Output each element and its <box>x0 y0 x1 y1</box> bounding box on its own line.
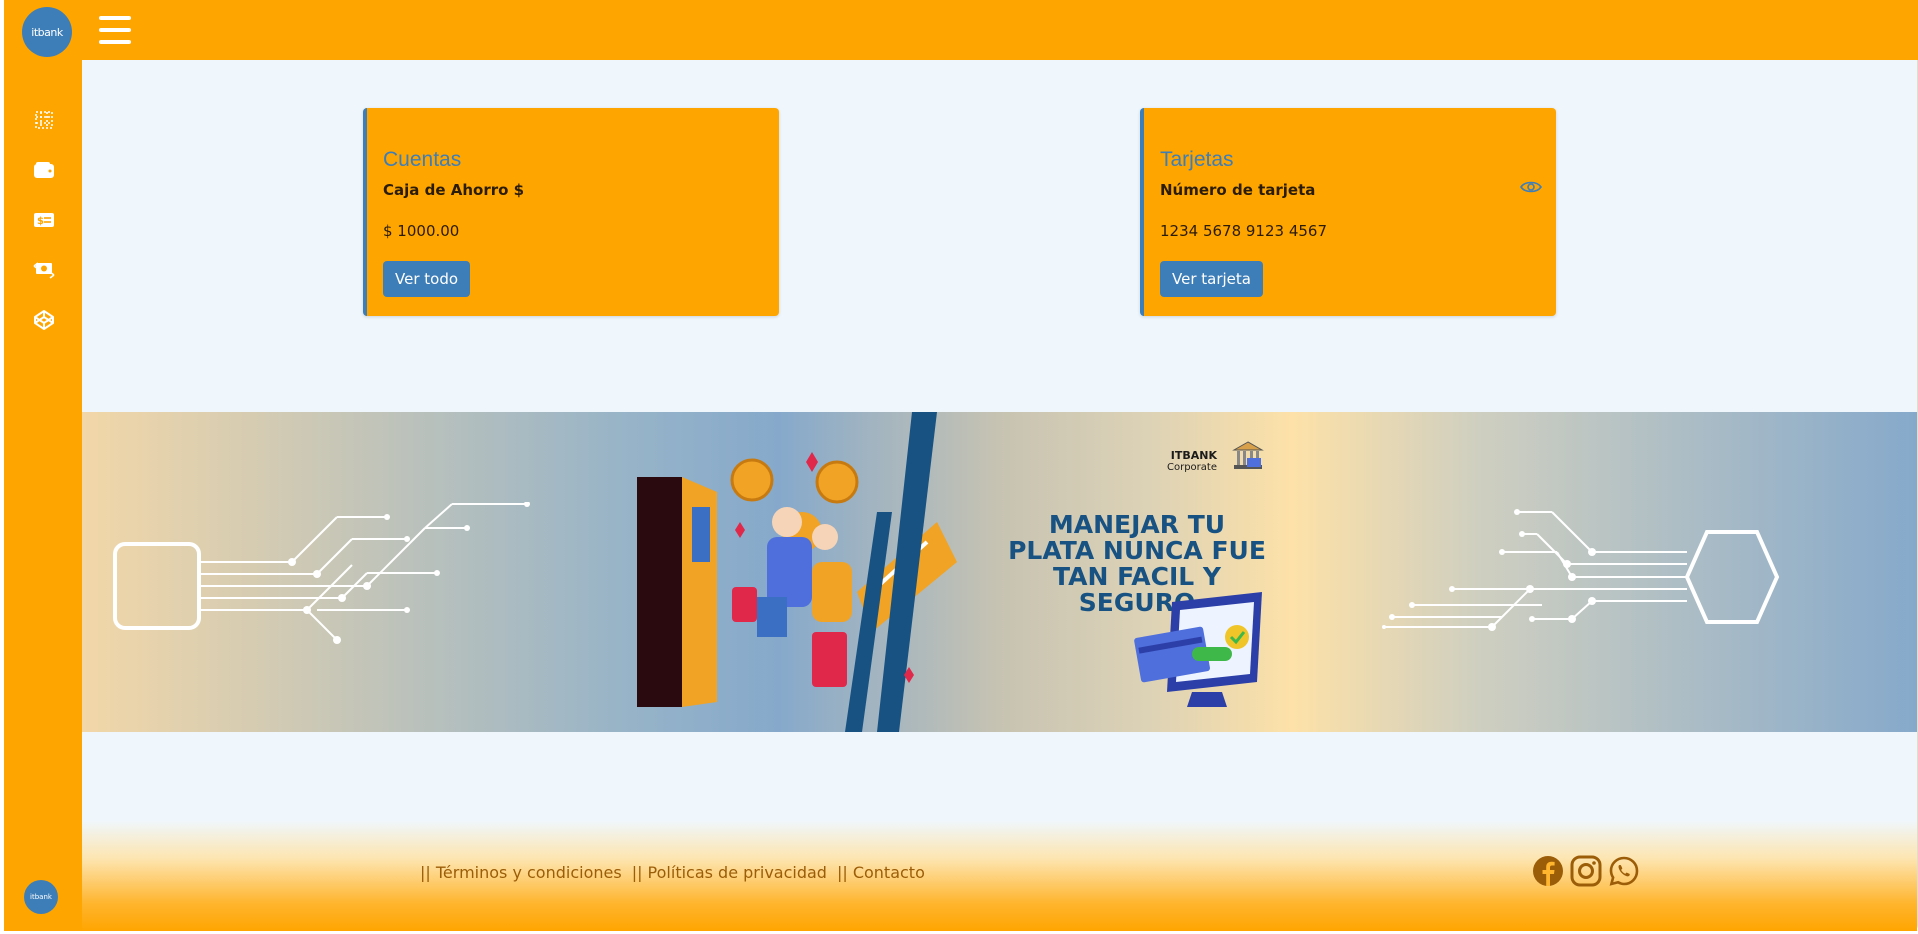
bank-logo[interactable]: itbank <box>22 7 72 57</box>
sidebar-bottom-logo[interactable]: itbank <box>24 880 58 914</box>
money-transfer-icon[interactable] <box>32 258 56 282</box>
accounts-card: Cuentas Caja de Ahorro $ $ 1000.00 Ver t… <box>363 108 779 316</box>
logo-text: itbank <box>31 25 63 39</box>
view-all-button[interactable]: Ver todo <box>383 261 471 297</box>
eye-icon[interactable] <box>1520 180 1542 194</box>
codepen-icon[interactable] <box>32 308 56 332</box>
card-title: Tarjetas <box>1160 148 1234 171</box>
banner-brand-name: ITBANK <box>1170 449 1217 462</box>
view-card-button[interactable]: Ver tarjeta <box>1160 261 1263 297</box>
card-subtitle: Caja de Ahorro $ <box>383 181 525 199</box>
footer: || Términos y condiciones || Políticas d… <box>82 820 1917 931</box>
dashboard-icon[interactable] <box>32 108 56 132</box>
banner-brand-tag: ITBANK Corporate <box>1167 450 1217 473</box>
dollar-card-icon[interactable]: $ <box>32 208 56 232</box>
top-bar: itbank <box>4 0 1918 60</box>
instagram-icon[interactable] <box>1570 855 1602 887</box>
card-subtitle: Número de tarjeta <box>1160 181 1316 199</box>
hamburger-line <box>99 40 131 44</box>
footer-links: || Términos y condiciones || Políticas d… <box>420 863 925 882</box>
whatsapp-icon[interactable] <box>1608 855 1640 887</box>
promo-banner: ITBANK Corporate MANEJAR TU PLATA NUNCA … <box>82 412 1917 732</box>
privacy-link[interactable]: || Políticas de privacidad <box>632 863 827 882</box>
circuit-right-decoration <box>1382 509 1780 631</box>
svg-text:$: $ <box>37 216 44 227</box>
social-links <box>1532 855 1640 887</box>
hamburger-line <box>99 16 131 20</box>
terms-link[interactable]: || Términos y condiciones <box>420 863 622 882</box>
bank-building-icon <box>1232 441 1264 469</box>
menu-toggle-button[interactable] <box>99 16 131 44</box>
banner-brand-sub: Corporate <box>1167 462 1217 473</box>
secure-screen-illustration <box>1134 592 1262 707</box>
cards-card: Tarjetas Número de tarjeta 1234 5678 912… <box>1140 108 1556 316</box>
card-number: 1234 5678 9123 4567 <box>1160 222 1327 240</box>
circuit-left-decoration <box>113 502 530 644</box>
hamburger-line <box>99 28 131 32</box>
contact-link[interactable]: || Contacto <box>837 863 925 882</box>
atm-shopping-illustration <box>637 412 957 732</box>
facebook-icon[interactable] <box>1532 855 1564 887</box>
sidebar-logo-text: itbank <box>30 893 52 901</box>
account-balance: $ 1000.00 <box>383 222 460 240</box>
wallet-icon[interactable] <box>32 158 56 182</box>
card-title: Cuentas <box>383 148 462 171</box>
sidebar: $ <box>4 60 82 931</box>
